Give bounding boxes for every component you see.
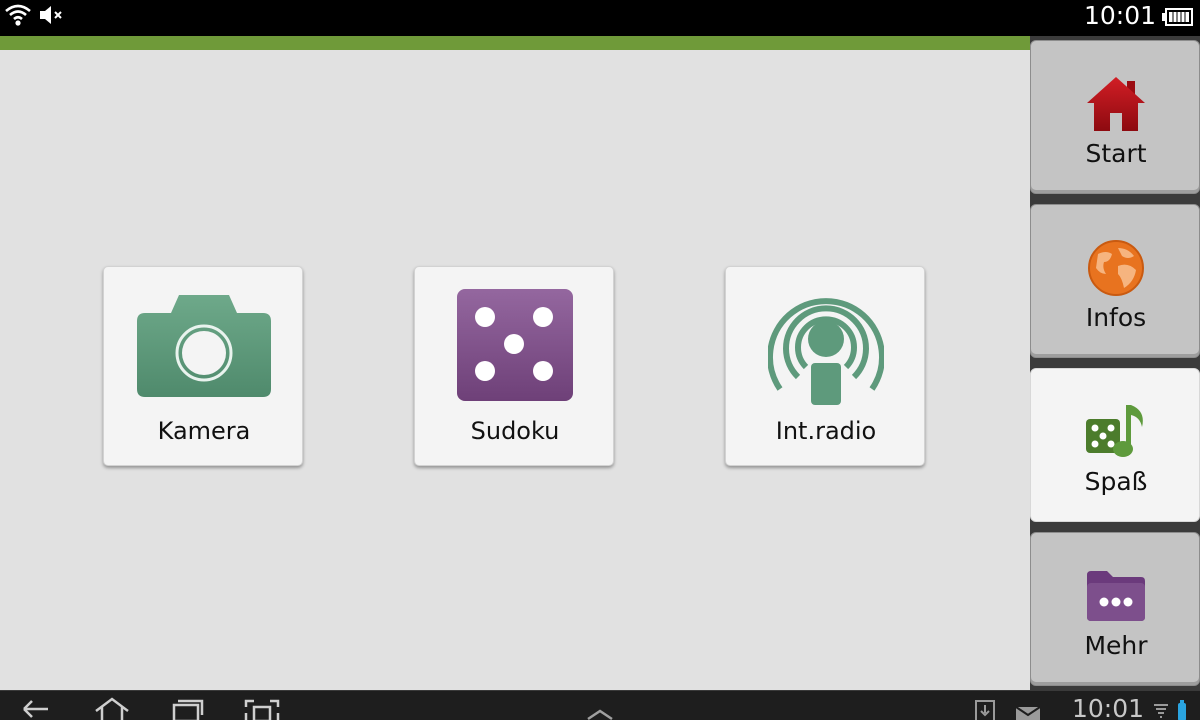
app-label-kamera: Kamera bbox=[157, 417, 251, 445]
muted-speaker-icon bbox=[38, 2, 66, 32]
dice-music-icon bbox=[1031, 397, 1200, 467]
status-clock: 10:01 bbox=[1083, 1, 1156, 30]
notification-icon[interactable] bbox=[968, 695, 1008, 720]
tab-label-spass: Spaß bbox=[1084, 467, 1148, 496]
home-icon[interactable] bbox=[92, 695, 132, 720]
mail-icon[interactable] bbox=[1012, 695, 1052, 720]
house-icon bbox=[1031, 69, 1200, 139]
screenshot-icon[interactable] bbox=[242, 695, 282, 720]
app-label-int-radio: Int.radio bbox=[775, 417, 877, 445]
status-bar: 10:01 bbox=[0, 0, 1200, 36]
tab-infos[interactable]: Infos bbox=[1030, 204, 1200, 358]
app-tile-sudoku[interactable]: Sudoku bbox=[414, 266, 614, 466]
dice-icon bbox=[415, 285, 615, 405]
camera-icon bbox=[104, 285, 304, 405]
accent-bar bbox=[0, 36, 1030, 50]
tab-spass[interactable]: Spaß bbox=[1030, 368, 1200, 522]
radio-broadcast-icon bbox=[726, 285, 926, 405]
nav-clock: 10:01 bbox=[1071, 694, 1144, 720]
back-icon[interactable] bbox=[18, 695, 58, 720]
app-grid: Kamera Sudoku Int.radio bbox=[0, 50, 1030, 690]
expand-up-icon[interactable] bbox=[580, 695, 620, 720]
tab-start[interactable]: Start bbox=[1030, 40, 1200, 194]
system-nav-bar: 10:01 bbox=[0, 690, 1200, 720]
app-tile-int-radio[interactable]: Int.radio bbox=[725, 266, 925, 466]
app-label-sudoku: Sudoku bbox=[470, 417, 560, 445]
tab-mehr[interactable]: Mehr bbox=[1030, 532, 1200, 686]
tab-label-mehr: Mehr bbox=[1084, 631, 1148, 660]
folder-more-icon bbox=[1031, 561, 1200, 631]
category-tabs: Start Infos Spaß Mehr bbox=[1030, 36, 1200, 690]
battery-icon bbox=[1162, 7, 1194, 31]
recent-apps-icon[interactable] bbox=[168, 695, 208, 720]
tab-label-start: Start bbox=[1085, 139, 1147, 168]
signal-battery-icon bbox=[1150, 695, 1194, 720]
globe-icon bbox=[1031, 233, 1200, 303]
tab-label-infos: Infos bbox=[1085, 303, 1147, 332]
wifi-icon bbox=[4, 2, 32, 32]
app-tile-kamera[interactable]: Kamera bbox=[103, 266, 303, 466]
